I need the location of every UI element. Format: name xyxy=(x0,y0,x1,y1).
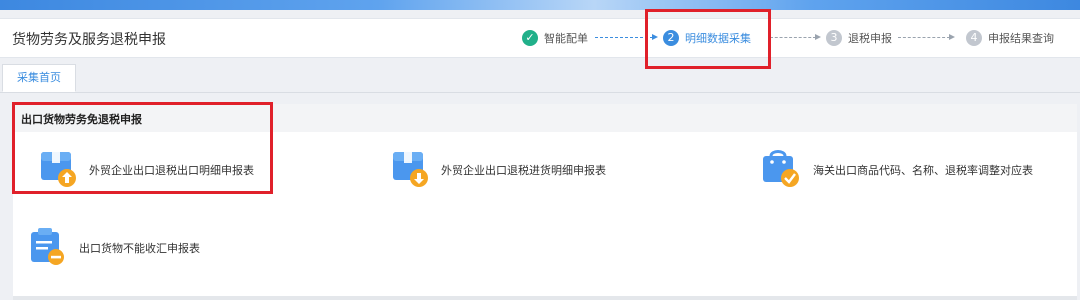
step-connector xyxy=(770,37,816,38)
step-result-query[interactable]: 4 申报结果查询 xyxy=(966,28,1054,48)
card-customs-code-table[interactable]: 海关出口商品代码、名称、退税率调整对应表 xyxy=(761,148,1033,192)
step-number-badge: 4 xyxy=(966,30,982,46)
step-tax-refund-declaration[interactable]: 3 退税申报 xyxy=(826,28,892,48)
header-bar: 货物劳务及服务退税申报 ✓ 智能配单 2 明细数据采集 3 退税申报 4 申报结… xyxy=(0,18,1080,58)
step-label: 智能配单 xyxy=(544,32,588,45)
card-label: 海关出口商品代码、名称、退税率调整对应表 xyxy=(813,164,1033,177)
panel-bottom-edge xyxy=(13,296,1077,300)
step-label: 申报结果查询 xyxy=(988,32,1054,45)
shopping-bag-check-icon xyxy=(761,148,801,192)
clipboard-minus-icon xyxy=(29,226,67,270)
progress-steps: ✓ 智能配单 2 明细数据采集 3 退税申报 4 申报结果查询 xyxy=(0,19,1080,57)
top-banner xyxy=(0,0,1080,10)
arrow-right-icon xyxy=(815,34,821,40)
tab-bar: 采集首页 xyxy=(0,60,1080,93)
check-icon: ✓ xyxy=(522,30,538,46)
arrow-right-icon xyxy=(949,34,955,40)
highlight-box-section xyxy=(12,102,273,194)
card-no-foreign-exchange-form[interactable]: 出口货物不能收汇申报表 xyxy=(29,226,200,270)
box-download-icon xyxy=(391,148,429,192)
step-label: 退税申报 xyxy=(848,32,892,45)
step-connector xyxy=(898,37,950,38)
tab-collection-home[interactable]: 采集首页 xyxy=(2,64,76,92)
card-purchase-detail-form[interactable]: 外贸企业出口退税进货明细申报表 xyxy=(391,148,606,192)
step-number-badge: 3 xyxy=(826,30,842,46)
card-label: 出口货物不能收汇申报表 xyxy=(79,242,200,255)
step-smart-match[interactable]: ✓ 智能配单 xyxy=(522,28,588,48)
card-label: 外贸企业出口退税进货明细申报表 xyxy=(441,164,606,177)
